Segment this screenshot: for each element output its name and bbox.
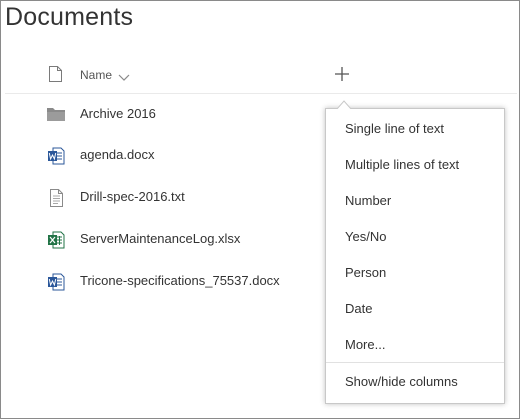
add-column-menu: Single line of text Multiple lines of te… <box>325 108 505 404</box>
list-item[interactable]: Drill-spec-2016.txt <box>0 189 330 219</box>
folder-icon <box>47 107 65 126</box>
name-column-header[interactable]: Name <box>80 68 112 82</box>
text-file-icon <box>47 189 65 212</box>
word-icon <box>47 147 65 170</box>
plus-icon[interactable] <box>333 65 351 83</box>
menu-item-yes-no[interactable]: Yes/No <box>326 222 504 252</box>
menu-pointer <box>337 100 351 109</box>
page-title: Documents <box>5 3 134 31</box>
file-name[interactable]: agenda.docx <box>80 147 154 162</box>
header-divider <box>5 93 517 94</box>
column-header-row: Name <box>0 60 518 90</box>
chevron-down-icon[interactable] <box>118 69 130 87</box>
excel-icon <box>47 231 65 254</box>
file-name[interactable]: Archive 2016 <box>80 106 156 121</box>
list-item[interactable]: ServerMaintenanceLog.xlsx <box>0 231 330 261</box>
menu-item-person[interactable]: Person <box>326 258 504 288</box>
file-name[interactable]: Tricone-specifications_75537.docx <box>80 273 280 288</box>
menu-item-date[interactable]: Date <box>326 294 504 324</box>
list-item[interactable]: agenda.docx <box>0 147 330 177</box>
file-name[interactable]: Drill-spec-2016.txt <box>80 189 185 204</box>
file-name[interactable]: ServerMaintenanceLog.xlsx <box>80 231 240 246</box>
menu-item-more[interactable]: More... <box>326 330 504 360</box>
list-item[interactable]: Archive 2016 <box>0 106 330 136</box>
file-type-icon[interactable] <box>49 66 62 87</box>
menu-item-number[interactable]: Number <box>326 186 504 216</box>
menu-item-single-line-of-text[interactable]: Single line of text <box>326 114 504 144</box>
menu-item-show-hide-columns[interactable]: Show/hide columns <box>326 367 504 397</box>
menu-item-multiple-lines-of-text[interactable]: Multiple lines of text <box>326 150 504 180</box>
word-icon <box>47 273 65 296</box>
menu-divider <box>326 362 504 363</box>
list-item[interactable]: Tricone-specifications_75537.docx <box>0 273 330 303</box>
